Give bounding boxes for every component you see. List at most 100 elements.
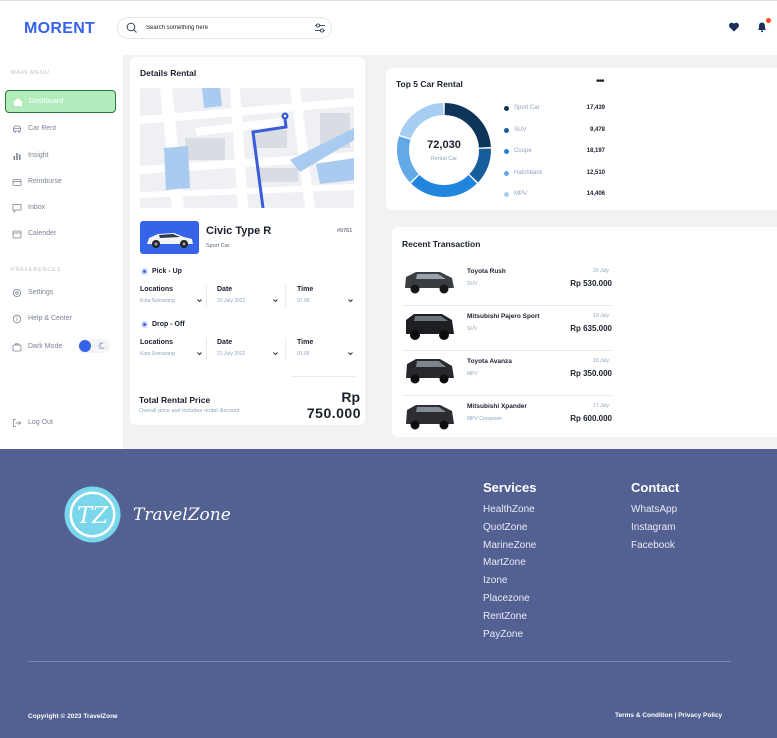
home-icon: [14, 97, 22, 106]
chevron-down-icon[interactable]: [196, 297, 203, 304]
sidebar-item-dashboard[interactable]: Dashboard: [5, 90, 116, 113]
recent-transaction-card: Recent Transaction Toyota Rush SUV 20 Ju…: [392, 227, 777, 437]
transaction-car-type: SUV: [467, 326, 478, 332]
sidebar-item-label: Dashboard: [29, 98, 64, 105]
sidebar: MAIN MENU Dashboard Car Rent Insight Rei…: [0, 55, 123, 450]
dropoff-date-select[interactable]: 21 July 2022: [217, 351, 245, 357]
car-name: Civic Type R: [206, 225, 272, 237]
transaction-car-name: Toyota Rush: [467, 268, 506, 275]
footer-link-facebook[interactable]: Facebook: [631, 540, 675, 551]
sidebar-item-help-center[interactable]: Help & Center: [5, 307, 116, 330]
sidebar-item-label: Inbox: [28, 204, 46, 211]
legend-label: Hatchback: [514, 169, 543, 176]
legend-label: Sport Car: [514, 105, 540, 111]
dropoff-location-select[interactable]: Kota Semarang: [140, 351, 175, 357]
more-options-icon[interactable]: •••: [596, 76, 604, 87]
logo[interactable]: MORENT: [24, 20, 95, 38]
transaction-car-name: Toyota Avanza: [467, 358, 512, 365]
donut-slice-coupe[interactable]: [411, 174, 477, 197]
details-rental-card: Details Rental Civic Type R Sport Car #9…: [130, 57, 365, 425]
donut-slice-mpv[interactable]: [399, 103, 444, 139]
dropoff-locations-label: Locations: [140, 339, 174, 346]
dropoff-date-label: Date: [217, 339, 233, 346]
footer-brand: TravelZone: [133, 505, 231, 525]
car-type: Sport Car: [206, 243, 230, 249]
preferences-label: PREFERENCES: [11, 267, 62, 273]
chevron-down-icon[interactable]: [347, 297, 354, 304]
donut-slice-suv[interactable]: [469, 148, 491, 183]
chevron-down-icon[interactable]: [347, 350, 354, 357]
search-input[interactable]: [146, 21, 306, 35]
bell-icon[interactable]: [756, 21, 768, 33]
message-icon: [12, 203, 22, 213]
logout-button[interactable]: Log Out: [5, 411, 116, 434]
transaction-row[interactable]: Toyota Avanza MPV 18 July Rp 350.000: [402, 350, 612, 394]
transaction-date: 19 July: [593, 313, 609, 319]
travelzone-logo[interactable]: TZ: [63, 485, 122, 544]
top5-card: Top 5 Car Rental ••• 72,030 Rental Car S…: [386, 68, 777, 210]
info-icon: [12, 314, 22, 323]
total-rental-subtitle: Overall price and includes rental discou…: [139, 408, 240, 414]
transaction-price: Rp 350.000: [570, 369, 612, 378]
pickup-radio[interactable]: [141, 268, 148, 275]
logo-letters: TZ: [77, 503, 109, 529]
moon-icon: [98, 342, 105, 350]
transaction-row[interactable]: Toyota Rush SUV 20 July Rp 530.000: [402, 260, 612, 304]
divider: [285, 338, 286, 360]
footer-link-rentzone[interactable]: RentZone: [483, 611, 527, 622]
footer-link-payzone[interactable]: PayZone: [483, 629, 523, 640]
search-bar: [117, 17, 332, 39]
sidebar-item-reimburse[interactable]: Reimburse: [5, 170, 116, 193]
chevron-down-icon[interactable]: [272, 350, 279, 357]
sidebar-item-inbox[interactable]: Inbox: [5, 196, 116, 219]
logout-label: Log Out: [28, 419, 53, 426]
car-image: [140, 221, 199, 254]
footer-divider: [28, 661, 731, 662]
footer-link-izone[interactable]: Izone: [483, 575, 507, 586]
dark-mode-toggle[interactable]: [78, 339, 110, 353]
sidebar-item-settings[interactable]: Settings: [5, 281, 116, 304]
pickup-location-select[interactable]: Kota Semarang: [140, 298, 175, 304]
transaction-car-type: SUV: [467, 281, 478, 287]
legend-value: 14,406: [586, 191, 605, 197]
sidebar-item-insight[interactable]: Insight: [5, 144, 116, 167]
gear-icon: [13, 288, 21, 297]
contact-title: Contact: [631, 480, 680, 495]
footer-link-martzone[interactable]: MartZone: [483, 557, 526, 568]
filter-icon[interactable]: [314, 22, 326, 34]
footer: TZ TravelZone Services HealthZone QuotZo…: [0, 449, 777, 738]
total-rental-title: Total Rental Price: [139, 395, 211, 405]
transaction-date: 20 July: [593, 268, 609, 274]
heart-icon[interactable]: [728, 21, 740, 33]
transaction-row[interactable]: Mitsubishi Pajero Sport SUV 19 July Rp 6…: [402, 305, 612, 349]
divider: [285, 285, 286, 307]
transaction-car-name: Mitsubishi Xpander: [467, 403, 527, 410]
sidebar-item-label: Car Rent: [28, 125, 57, 132]
pickup-date-select[interactable]: 20 July 2022: [217, 298, 245, 304]
legend-dot: [504, 127, 509, 133]
sidebar-item-car-rent[interactable]: Car Rent: [5, 117, 116, 140]
footer-link-marinezone[interactable]: MarineZone: [483, 540, 536, 551]
pickup-time-select[interactable]: 07.00: [297, 298, 310, 304]
footer-link-healthzone[interactable]: HealthZone: [483, 504, 535, 515]
recent-title: Recent Transaction: [402, 239, 481, 249]
transaction-price: Rp 530.000: [570, 279, 612, 288]
footer-link-instagram[interactable]: Instagram: [631, 522, 675, 533]
pickup-time-label: Time: [297, 286, 314, 293]
chevron-down-icon[interactable]: [272, 297, 279, 304]
dropoff-radio[interactable]: [141, 321, 148, 328]
footer-link-placezone[interactable]: Placezone: [483, 593, 530, 604]
legend-dot: [504, 106, 509, 111]
chevron-down-icon[interactable]: [196, 350, 203, 357]
footer-link-whatsapp[interactable]: WhatsApp: [631, 504, 677, 515]
transaction-row[interactable]: Mitsubishi Xpander MPV Crossover 17 July…: [402, 395, 612, 439]
dropoff-time-select[interactable]: 01.00: [297, 351, 310, 357]
transaction-date: 17 July: [593, 403, 609, 409]
transaction-date: 18 July: [593, 358, 609, 364]
legend-dot: [504, 170, 509, 176]
route-map[interactable]: [140, 88, 354, 208]
terms-privacy-links[interactable]: Terms & Condition | Privacy Policy: [615, 712, 722, 719]
footer-link-quotzone[interactable]: QuotZone: [483, 522, 527, 533]
sidebar-item-label: Dark Mode: [28, 343, 63, 350]
sidebar-item-calender[interactable]: Calender: [5, 222, 116, 245]
